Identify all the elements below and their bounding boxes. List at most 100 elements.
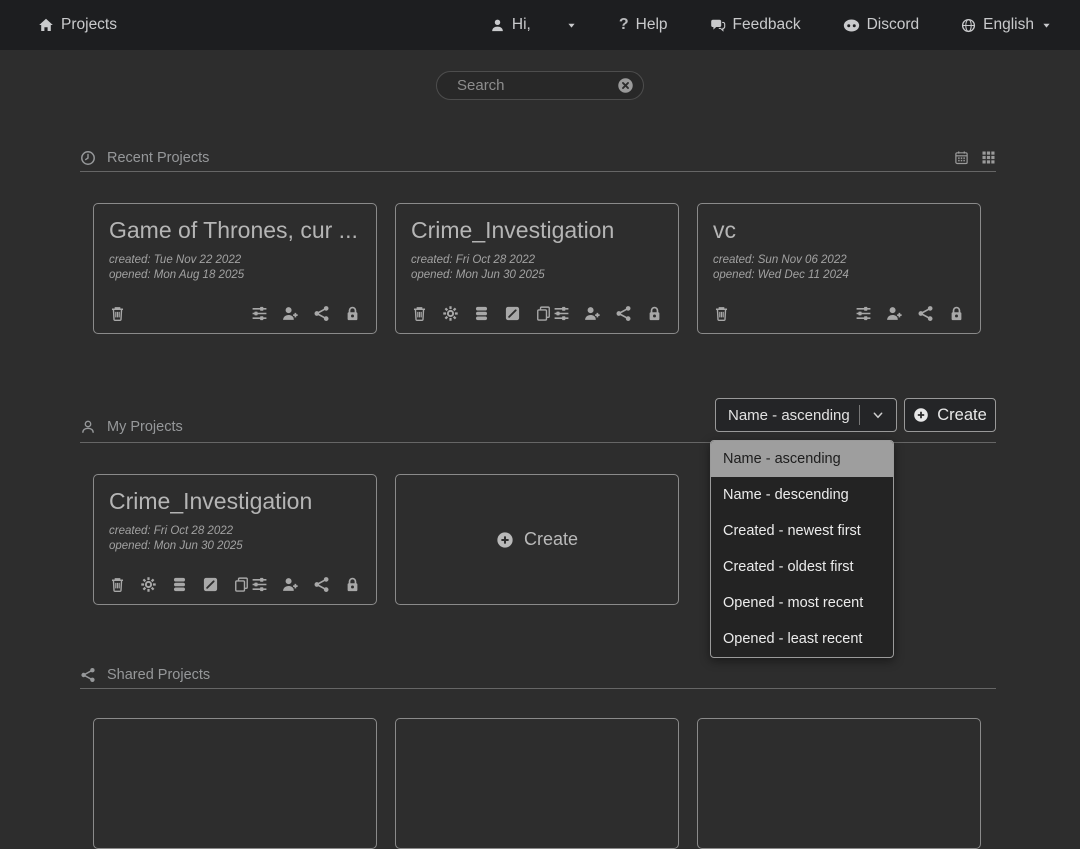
nav-discord-label: Discord	[867, 16, 920, 34]
sort-option[interactable]: Created - oldest first	[711, 549, 893, 585]
project-created: created: Tue Nov 22 2022	[109, 253, 361, 268]
database-icon[interactable]	[171, 576, 188, 593]
create-button[interactable]: Create	[904, 398, 996, 432]
nav-discord[interactable]: Discord	[843, 16, 920, 34]
nav-projects[interactable]: Projects	[38, 16, 117, 34]
project-opened: opened: Wed Dec 11 2024	[713, 268, 965, 283]
project-created: created: Fri Oct 28 2022	[109, 524, 361, 539]
project-title: Crime_Investigation	[109, 488, 361, 515]
share-icon[interactable]	[615, 305, 632, 322]
discord-icon	[843, 17, 860, 34]
add-user-icon[interactable]	[584, 305, 601, 322]
grid-view-icon[interactable]	[981, 150, 996, 165]
nav-projects-label: Projects	[61, 16, 117, 34]
project-opened: opened: Mon Jun 30 2025	[411, 268, 663, 283]
search-input[interactable]	[457, 77, 617, 94]
project-created: created: Sun Nov 06 2022	[713, 253, 965, 268]
nav-user-menu[interactable]: Hi,	[490, 16, 577, 34]
lock-icon[interactable]	[344, 305, 361, 322]
question-icon: ?	[619, 16, 629, 34]
home-icon	[38, 17, 54, 33]
project-title: Game of Thrones, cur ...	[109, 217, 361, 244]
my-projects-header: My Projects Name - ascending Create	[80, 398, 996, 443]
gear-icon[interactable]	[442, 305, 459, 322]
search-clear-icon[interactable]	[617, 77, 634, 94]
settings-sliders-icon[interactable]	[553, 305, 570, 322]
project-card[interactable]: Crime_Investigation created: Fri Oct 28 …	[93, 474, 377, 605]
share-icon[interactable]	[917, 305, 934, 322]
plus-circle-icon	[496, 531, 514, 549]
add-user-icon[interactable]	[282, 576, 299, 593]
gear-icon[interactable]	[140, 576, 157, 593]
shared-projects-row	[93, 718, 981, 849]
caret-down-icon[interactable]	[566, 20, 577, 31]
recent-projects-header: Recent Projects	[80, 144, 996, 172]
sort-select[interactable]: Name - ascending	[715, 398, 897, 432]
my-projects-title: My Projects	[107, 419, 183, 435]
project-title: vc	[713, 217, 965, 244]
clock-icon	[80, 150, 96, 166]
caret-down-icon[interactable]	[1041, 20, 1052, 31]
lock-icon[interactable]	[344, 576, 361, 593]
user-icon	[490, 18, 505, 33]
recent-projects-title: Recent Projects	[107, 150, 209, 166]
calendar-view-icon[interactable]	[954, 150, 969, 165]
settings-sliders-icon[interactable]	[855, 305, 872, 322]
project-card[interactable]: vc created: Sun Nov 06 2022 opened: Wed …	[697, 203, 981, 334]
sort-option[interactable]: Opened - most recent	[711, 585, 893, 621]
sort-option[interactable]: Opened - least recent	[711, 621, 893, 657]
edit-icon[interactable]	[504, 305, 521, 322]
shared-projects-header: Shared Projects	[80, 661, 996, 689]
navbar: Projects Hi, ? Help Feedback Discord Eng…	[0, 0, 1080, 50]
edit-icon[interactable]	[202, 576, 219, 593]
plus-circle-icon	[913, 407, 929, 423]
create-button-label: Create	[937, 406, 987, 425]
project-card[interactable]: Crime_Investigation created: Fri Oct 28 …	[395, 203, 679, 334]
recent-projects-row: Game of Thrones, cur ... created: Tue No…	[93, 203, 981, 334]
nav-greeting: Hi,	[512, 16, 531, 34]
create-card-label: Create	[524, 529, 578, 550]
lock-icon[interactable]	[948, 305, 965, 322]
shared-projects-title: Shared Projects	[107, 667, 210, 683]
create-project-card[interactable]: Create	[395, 474, 679, 605]
database-icon[interactable]	[473, 305, 490, 322]
share-icon[interactable]	[313, 576, 330, 593]
globe-icon	[961, 18, 976, 33]
project-card-partial[interactable]	[697, 718, 981, 849]
delete-icon[interactable]	[411, 305, 428, 322]
project-card-partial[interactable]	[93, 718, 377, 849]
nav-language-label: English	[983, 16, 1034, 34]
share-icon	[80, 667, 96, 683]
project-opened: opened: Mon Jun 30 2025	[109, 539, 361, 554]
sort-option[interactable]: Name - descending	[711, 477, 893, 513]
delete-icon[interactable]	[109, 576, 126, 593]
nav-feedback[interactable]: Feedback	[710, 16, 801, 34]
my-projects-row: Crime_Investigation created: Fri Oct 28 …	[93, 474, 679, 605]
sort-dropdown-menu: Name - ascending Name - descending Creat…	[710, 440, 894, 658]
search-bar	[436, 71, 644, 100]
lock-icon[interactable]	[646, 305, 663, 322]
delete-icon[interactable]	[109, 305, 126, 322]
sort-option[interactable]: Name - ascending	[711, 441, 893, 477]
project-card-partial[interactable]	[395, 718, 679, 849]
nav-language[interactable]: English	[961, 16, 1052, 34]
project-opened: opened: Mon Aug 18 2025	[109, 268, 361, 283]
chevron-down-icon[interactable]	[860, 409, 896, 422]
sort-option[interactable]: Created - newest first	[711, 513, 893, 549]
share-icon[interactable]	[313, 305, 330, 322]
project-card[interactable]: Game of Thrones, cur ... created: Tue No…	[93, 203, 377, 334]
person-icon	[80, 419, 96, 435]
feedback-chat-icon	[710, 17, 726, 33]
add-user-icon[interactable]	[886, 305, 903, 322]
project-created: created: Fri Oct 28 2022	[411, 253, 663, 268]
settings-sliders-icon[interactable]	[251, 576, 268, 593]
delete-icon[interactable]	[713, 305, 730, 322]
nav-help[interactable]: ? Help	[619, 16, 668, 34]
add-user-icon[interactable]	[282, 305, 299, 322]
duplicate-icon[interactable]	[233, 576, 250, 593]
settings-sliders-icon[interactable]	[251, 305, 268, 322]
project-title: Crime_Investigation	[411, 217, 663, 244]
sort-selected-value: Name - ascending	[716, 407, 859, 424]
duplicate-icon[interactable]	[535, 305, 552, 322]
nav-feedback-label: Feedback	[733, 16, 801, 34]
